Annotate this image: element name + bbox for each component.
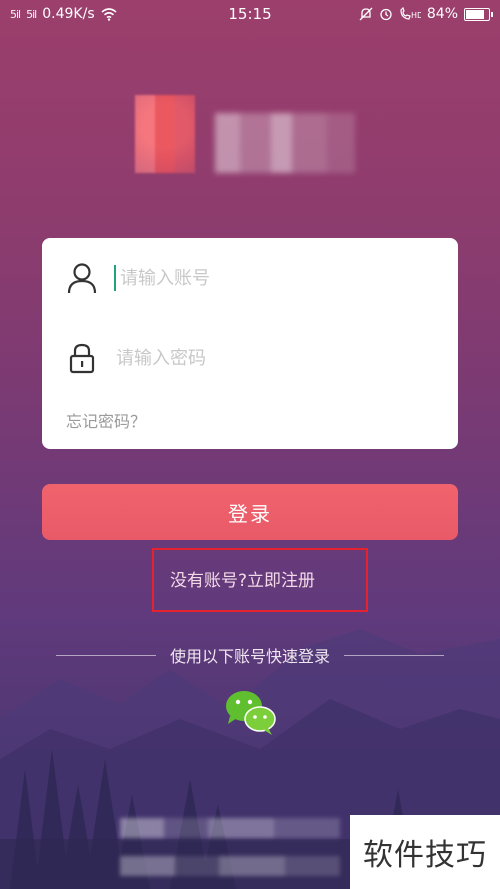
quick-login-label: 使用以下账号快速登录 (170, 647, 331, 666)
register-link[interactable]: 没有账号?立即注册 (170, 566, 315, 591)
status-right: HD 84% (359, 6, 493, 22)
login-card: 忘记密码？ (42, 238, 458, 449)
footer-text-blurred (120, 856, 340, 876)
lock-icon (66, 342, 98, 374)
battery-percent: 84% (426, 6, 458, 22)
watermark: 软件技巧 (350, 815, 500, 889)
clock: 15:15 (228, 5, 272, 23)
battery-icon (464, 7, 493, 21)
login-button[interactable]: 登录 (42, 484, 458, 540)
svg-text:HD: HD (411, 11, 421, 20)
logo-mark (135, 95, 195, 173)
text-caret (114, 265, 116, 291)
battery-fill (466, 9, 484, 19)
wifi-icon (101, 7, 117, 21)
account-field[interactable] (42, 248, 458, 308)
status-bar: 5il 5il 0.49K/s 15:15 HD 84% (0, 0, 500, 28)
signal-icon: 5il (10, 7, 21, 21)
mute-icon (359, 7, 373, 21)
alarm-icon (380, 8, 392, 21)
divider-line (344, 654, 445, 656)
footer-text-blurred (120, 818, 340, 838)
signal-icon: 5il (26, 7, 37, 21)
quick-login-divider: 使用以下账号快速登录 (56, 644, 445, 666)
wechat-icon[interactable] (222, 688, 280, 736)
call-icon: HD (400, 7, 421, 20)
app-logo (135, 95, 355, 173)
divider-line (56, 654, 156, 656)
net-speed: 0.49K/s (42, 6, 95, 22)
user-icon (66, 262, 98, 294)
account-input[interactable] (120, 267, 400, 289)
password-field[interactable] (42, 328, 458, 388)
status-left: 5il 5il 0.49K/s (10, 6, 117, 22)
logo-text (215, 113, 355, 173)
forgot-password-link[interactable]: 忘记密码？ (66, 408, 146, 432)
password-input[interactable] (116, 347, 396, 369)
